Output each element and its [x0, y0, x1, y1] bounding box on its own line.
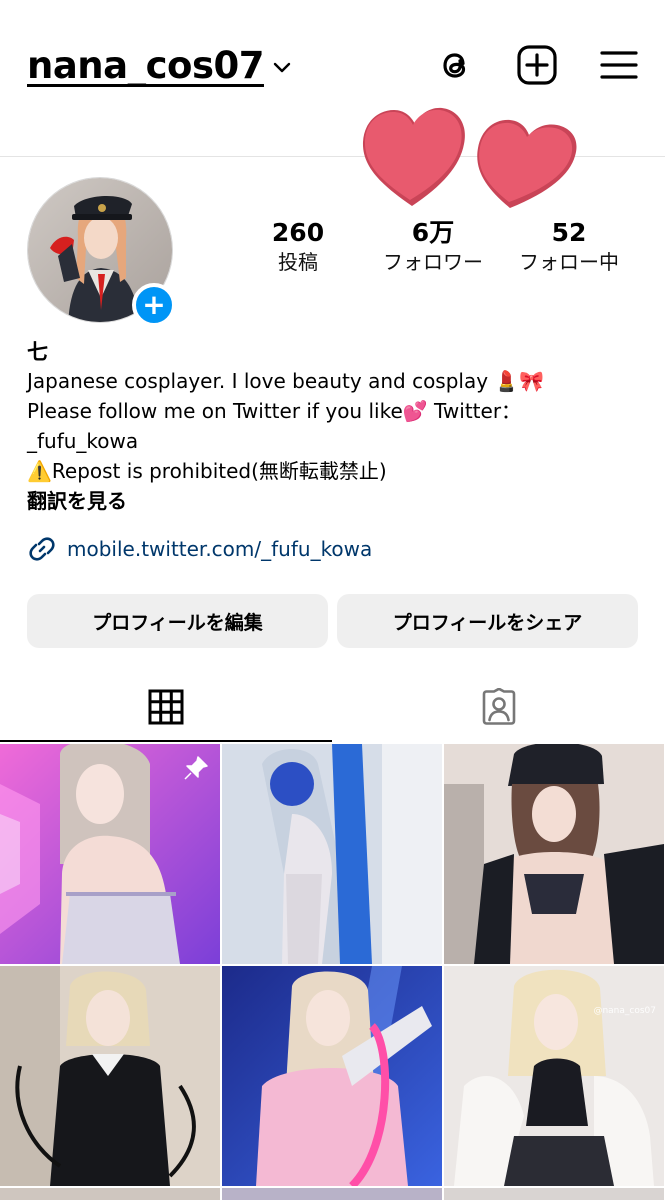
posts-count[interactable]: 260 投稿: [258, 218, 338, 276]
grid-post[interactable]: [222, 1188, 442, 1200]
pinned-icon: [184, 756, 208, 780]
translate-link[interactable]: 翻訳を見る: [27, 486, 637, 516]
link-icon: [29, 537, 55, 561]
post-thumbnail: [0, 1188, 220, 1200]
grid-icon: [148, 689, 184, 725]
following-count-label: フォロー中: [519, 250, 619, 274]
bio-line: _fufu_kowa: [27, 429, 139, 453]
posts-count-value: 260: [271, 218, 325, 247]
menu-icon[interactable]: [598, 44, 640, 86]
chevron-down-icon[interactable]: [272, 61, 292, 75]
followers-count-label: フォロワー: [383, 250, 483, 274]
bio-line: Please follow me on Twitter if you like💕…: [27, 399, 522, 423]
create-post-icon[interactable]: [516, 44, 558, 86]
account-switcher[interactable]: nana_cos07: [27, 44, 292, 87]
grid-post[interactable]: [0, 966, 220, 1186]
username[interactable]: nana_cos07: [27, 44, 264, 87]
post-thumbnail: [222, 966, 442, 1186]
followers-count[interactable]: 6万 フォロワー: [374, 218, 492, 276]
tab-tagged[interactable]: [333, 672, 665, 742]
following-count[interactable]: 52 フォロー中: [510, 218, 628, 276]
heart-sticker-right: [477, 119, 577, 208]
posts-count-label: 投稿: [278, 250, 318, 274]
post-thumbnail: [444, 1188, 664, 1200]
post-thumbnail: [444, 966, 664, 1186]
post-thumbnail: [444, 744, 664, 964]
grid-post[interactable]: [0, 744, 220, 964]
grid-post[interactable]: [222, 744, 442, 964]
grid-post[interactable]: [444, 1188, 664, 1200]
grid-post[interactable]: [444, 744, 664, 964]
active-tab-indicator: [0, 740, 332, 742]
share-profile-button[interactable]: プロフィールをシェア: [337, 594, 638, 648]
post-thumbnail: [222, 1188, 442, 1200]
profile-tabs: [0, 672, 665, 742]
display-name: 七: [27, 340, 48, 364]
tab-posts-grid[interactable]: [0, 672, 332, 742]
profile-bio: 七 Japanese cosplayer. I love beauty and …: [27, 338, 637, 516]
grid-post[interactable]: @nana_cos07: [444, 966, 664, 1186]
bio-line: ⚠️Repost is prohibited(無断転載禁止): [27, 459, 387, 483]
followers-count-value: 6万: [411, 218, 455, 247]
bio-link[interactable]: mobile.twitter.com/_fufu_kowa: [27, 534, 372, 564]
bio-line: Japanese cosplayer. I love beauty and co…: [27, 369, 545, 393]
add-story-button[interactable]: +: [132, 283, 176, 327]
grid-post[interactable]: [0, 1188, 220, 1200]
heart-sticker-left: [362, 107, 465, 206]
heart-stickers: [362, 107, 577, 208]
tagged-person-icon: [482, 688, 516, 725]
watermark: @nana_cos07: [593, 1006, 656, 1016]
following-count-value: 52: [551, 218, 587, 247]
post-thumbnail: [222, 744, 442, 964]
bio-link-text[interactable]: mobile.twitter.com/_fufu_kowa: [67, 537, 372, 561]
threads-icon[interactable]: [434, 44, 476, 86]
post-thumbnail: [0, 966, 220, 1186]
grid-post[interactable]: [222, 966, 442, 1186]
edit-profile-button[interactable]: プロフィールを編集: [27, 594, 328, 648]
